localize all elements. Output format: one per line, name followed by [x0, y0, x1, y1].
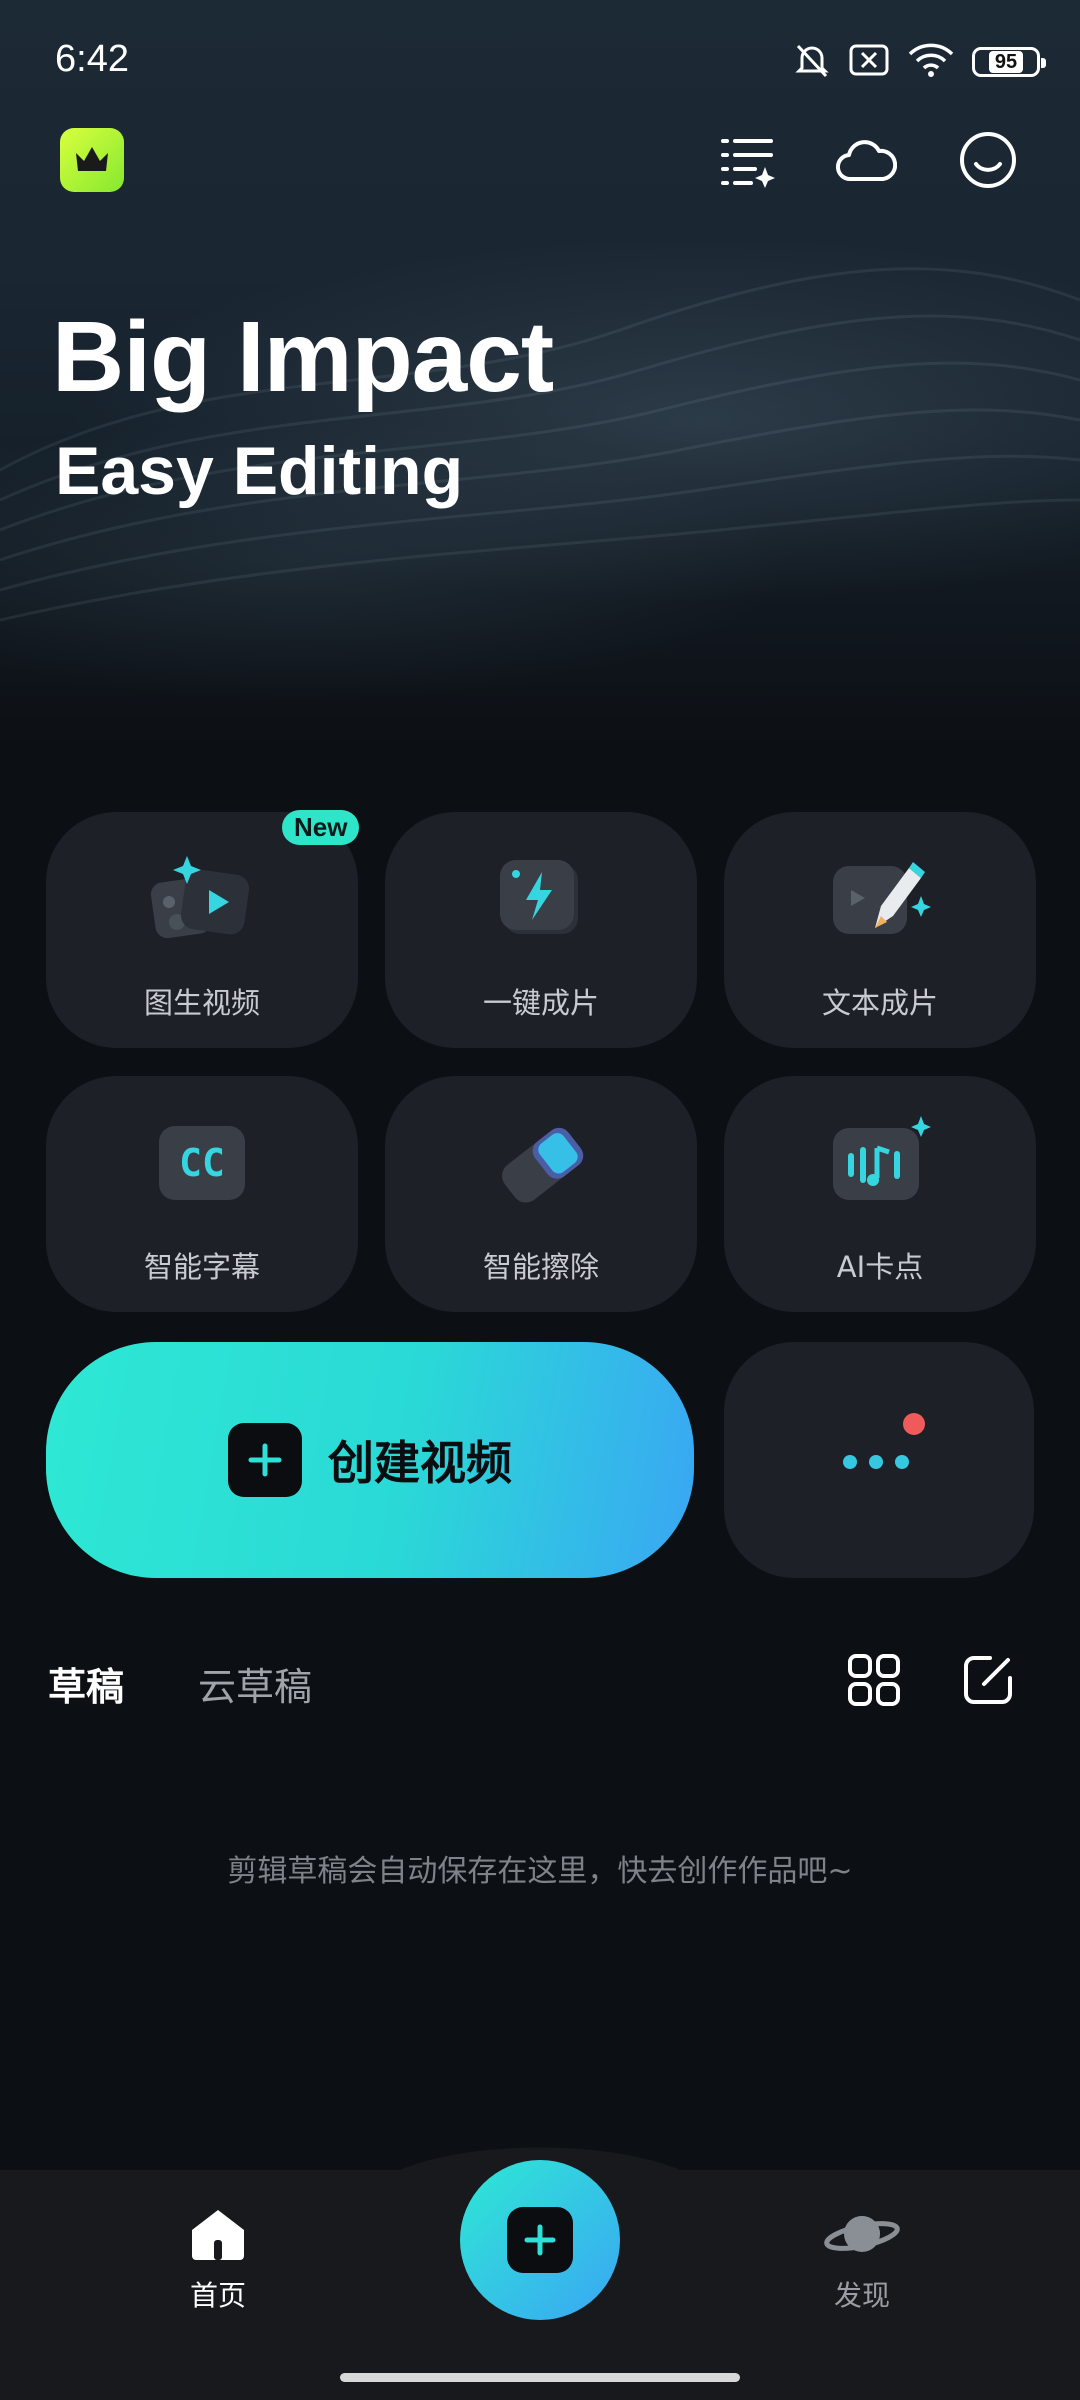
- plus-icon: [507, 2207, 573, 2273]
- lightning-icon: [486, 850, 596, 946]
- tool-label: 智能擦除: [482, 1250, 599, 1284]
- tab-drafts[interactable]: 草稿: [48, 1656, 124, 1711]
- tab-cloud-drafts[interactable]: 云草稿: [198, 1656, 312, 1711]
- no-sim-icon: [848, 42, 890, 82]
- grid-view-icon[interactable]: [846, 1652, 902, 1708]
- tool-label: 智能字幕: [143, 1250, 260, 1284]
- text-to-video-icon: [825, 850, 935, 946]
- home-indicator: [340, 2373, 740, 2382]
- wifi-icon: [906, 40, 956, 84]
- more-dots-icon: [843, 1413, 925, 1469]
- nav-discover-label: 发现: [833, 2279, 890, 2312]
- tool-label: 图生视频: [143, 986, 260, 1020]
- nav-home[interactable]: 首页: [148, 2206, 288, 2314]
- image-to-video-icon: [147, 850, 257, 946]
- new-badge: New: [282, 810, 360, 845]
- cc-icon: CC: [147, 1114, 257, 1210]
- cloud-icon[interactable]: [834, 128, 898, 192]
- plus-icon: [228, 1423, 302, 1497]
- battery-level: 95: [988, 51, 1024, 73]
- task-list-icon[interactable]: [716, 128, 780, 192]
- tool-text-to-video[interactable]: 文本成片: [724, 812, 1036, 1048]
- planet-icon: [824, 2216, 900, 2252]
- music-beat-icon: [825, 1114, 935, 1210]
- create-video-button[interactable]: 创建视频: [46, 1342, 694, 1578]
- svg-text:CC: CC: [179, 1141, 225, 1185]
- crown-icon[interactable]: [60, 128, 124, 192]
- battery-icon: 95: [972, 47, 1046, 77]
- tool-one-click-video[interactable]: 一键成片: [385, 812, 697, 1048]
- home-icon: [192, 2210, 244, 2260]
- more-tools-button[interactable]: [724, 1342, 1034, 1578]
- edit-icon[interactable]: [960, 1652, 1016, 1708]
- tool-smart-captions[interactable]: CC 智能字幕: [46, 1076, 358, 1312]
- empty-drafts-text: 剪辑草稿会自动保存在这里，快去创作作品吧~: [227, 1854, 853, 1889]
- create-video-label: 创建视频: [328, 1436, 512, 1490]
- profile-smile-icon[interactable]: [956, 128, 1020, 192]
- hero-subtitle: Easy Editing: [55, 433, 464, 509]
- mute-bell-icon: [792, 40, 832, 84]
- eraser-icon: [486, 1114, 596, 1210]
- nav-home-label: 首页: [189, 2279, 246, 2312]
- notification-dot: [903, 1413, 925, 1435]
- status-bar: 6:42 95: [0, 0, 1080, 120]
- status-time: 6:42: [55, 38, 129, 80]
- tool-label: AI卡点: [836, 1250, 924, 1284]
- tool-image-to-video[interactable]: 图生视频: [46, 812, 358, 1048]
- nav-discover[interactable]: 发现: [792, 2206, 932, 2314]
- tool-label: 一键成片: [482, 986, 599, 1020]
- create-fab-button[interactable]: [460, 2160, 620, 2320]
- tool-label: 文本成片: [821, 986, 938, 1020]
- hero-title: Big Impact: [52, 301, 554, 413]
- tool-ai-beat[interactable]: AI卡点: [724, 1076, 1036, 1312]
- tool-smart-erase[interactable]: 智能擦除: [385, 1076, 697, 1312]
